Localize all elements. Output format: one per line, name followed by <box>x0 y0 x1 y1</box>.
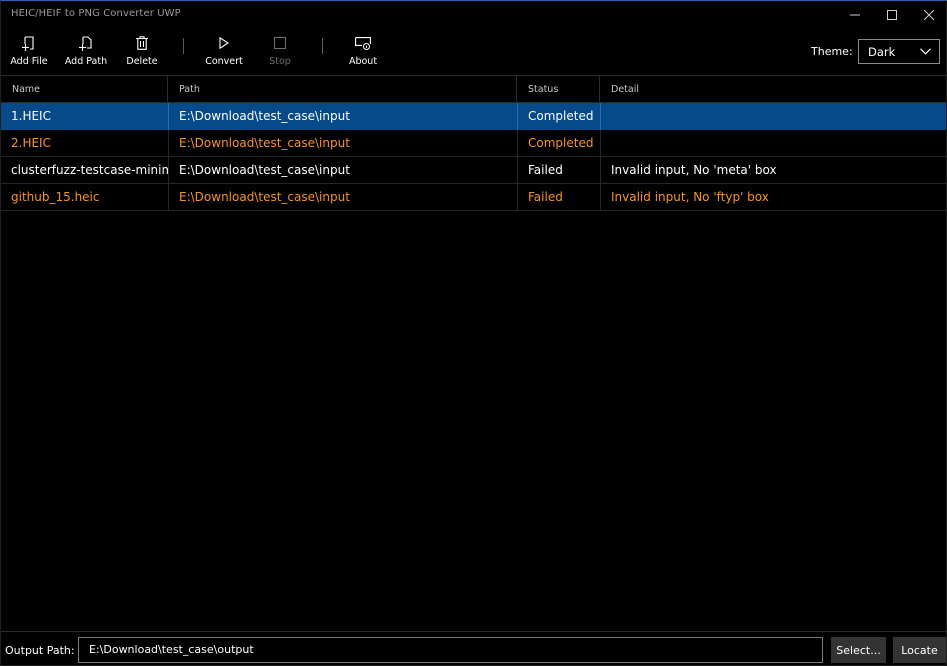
cell-name: 1.HEIC <box>11 109 51 123</box>
maximize-button[interactable] <box>874 1 910 29</box>
cell-detail <box>600 103 946 130</box>
cell-path: E:\Download\test_case\input <box>168 103 517 130</box>
output-path-label: Output Path: <box>5 644 75 657</box>
add-path-icon <box>79 35 93 51</box>
cell-path: E:\Download\test_case\input <box>168 130 517 157</box>
add-path-label: Add Path <box>64 56 108 67</box>
title-bar: HEIC/HEIF to PNG Converter UWP <box>1 1 946 29</box>
toolbar-separator <box>183 38 184 54</box>
cell-path: E:\Download\test_case\input <box>168 184 517 211</box>
about-button[interactable]: About <box>345 35 381 71</box>
delete-icon <box>136 35 148 51</box>
theme-dropdown[interactable]: Dark <box>858 39 940 64</box>
delete-label: Delete <box>126 56 158 67</box>
close-button[interactable] <box>911 1 947 29</box>
cell-status: Failed <box>517 157 600 184</box>
window-title: HEIC/HEIF to PNG Converter UWP <box>11 8 181 19</box>
add-file-button[interactable]: Add File <box>8 35 50 71</box>
stop-icon <box>274 35 286 51</box>
column-header-status[interactable]: Status <box>516 76 600 103</box>
stop-label: Stop <box>269 56 291 67</box>
column-header-name[interactable]: Name <box>1 76 168 103</box>
toolbar-separator <box>322 38 323 54</box>
stop-button[interactable]: Stop <box>263 35 297 71</box>
cell-name: github_15.heic <box>11 190 100 204</box>
minimize-icon <box>850 14 860 16</box>
delete-button[interactable]: Delete <box>123 35 161 71</box>
convert-label: Convert <box>205 56 243 67</box>
cell-status: Completed <box>517 103 600 130</box>
cell-name: clusterfuzz-testcase-minim <box>11 163 168 177</box>
table-header: Name Path Status Detail <box>1 75 946 103</box>
about-label: About <box>348 56 378 67</box>
theme-selected-value: Dark <box>868 44 896 59</box>
cell-path: E:\Download\test_case\input <box>168 157 517 184</box>
file-table: Name Path Status Detail 1.HEIC E:\Downlo… <box>1 75 946 211</box>
cell-status: Failed <box>517 184 600 211</box>
locate-button[interactable]: Locate <box>893 637 946 663</box>
command-bar: Add File Add Path Delete Convert Stop Ab… <box>1 29 946 75</box>
table-row[interactable]: github_15.heic E:\Download\test_case\inp… <box>1 184 946 211</box>
output-path-input[interactable]: E:\Download\test_case\output <box>78 637 823 663</box>
chevron-down-icon <box>920 48 931 55</box>
select-button[interactable]: Select... <box>831 637 886 663</box>
about-icon <box>355 35 371 51</box>
column-header-path[interactable]: Path <box>167 76 517 103</box>
cell-status: Completed <box>517 130 600 157</box>
theme-label: Theme: <box>811 45 853 58</box>
column-header-detail[interactable]: Detail <box>599 76 946 103</box>
cell-detail <box>600 130 946 157</box>
close-icon <box>924 10 934 20</box>
cell-detail: Invalid input, No 'ftyp' box <box>600 184 946 211</box>
table-row[interactable]: 1.HEIC E:\Download\test_case\input Compl… <box>1 103 946 130</box>
minimize-button[interactable] <box>837 1 873 29</box>
convert-button[interactable]: Convert <box>204 35 244 71</box>
cell-detail: Invalid input, No 'meta' box <box>600 157 946 184</box>
output-bar: Output Path: E:\Download\test_case\outpu… <box>1 631 946 666</box>
add-file-label: Add File <box>10 56 48 67</box>
table-row[interactable]: 2.HEIC E:\Download\test_case\input Compl… <box>1 130 946 157</box>
app-window: HEIC/HEIF to PNG Converter UWP Add File … <box>0 0 947 666</box>
table-row[interactable]: clusterfuzz-testcase-minim E:\Download\t… <box>1 157 946 184</box>
add-path-button[interactable]: Add Path <box>63 35 109 71</box>
maximize-icon <box>887 10 897 20</box>
cell-name: 2.HEIC <box>11 136 51 150</box>
play-icon <box>219 35 229 51</box>
add-file-icon <box>22 35 36 51</box>
